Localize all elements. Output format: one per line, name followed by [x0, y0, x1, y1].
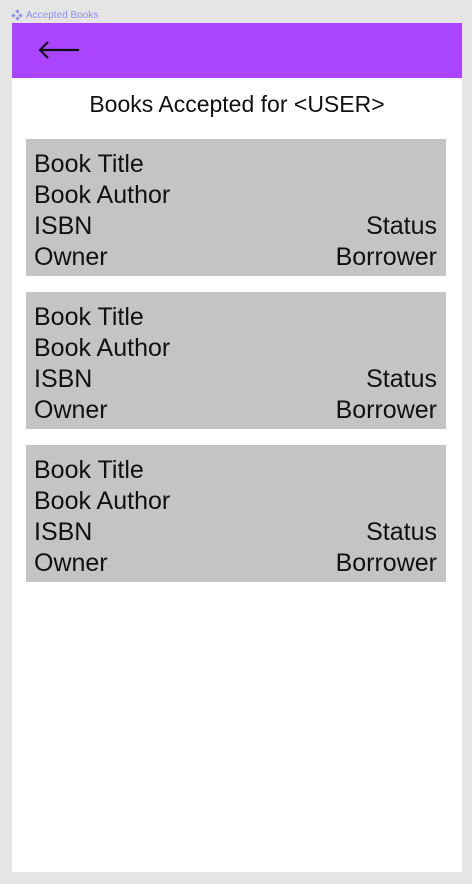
top-app-bar [12, 23, 462, 78]
frame-label: Accepted Books [11, 8, 99, 22]
book-borrower: Borrower [335, 243, 437, 271]
book-card[interactable]: Book Title Book Author ISBN Status Owner… [26, 292, 446, 429]
book-owner: Owner [34, 549, 108, 577]
component-icon [11, 9, 23, 21]
arrow-left-icon [38, 41, 79, 59]
book-title: Book Title [34, 303, 144, 331]
book-title: Book Title [34, 150, 144, 178]
book-owner: Owner [34, 396, 108, 424]
book-owner: Owner [34, 243, 108, 271]
book-isbn: ISBN [34, 518, 93, 546]
app-screen: Books Accepted for <USER> Book Title Boo… [12, 23, 462, 872]
book-borrower: Borrower [335, 396, 437, 424]
book-list: Book Title Book Author ISBN Status Owner… [26, 139, 446, 598]
page-title: Books Accepted for <USER> [89, 91, 385, 117]
book-title: Book Title [34, 456, 144, 484]
book-status: Status [366, 518, 437, 546]
book-card[interactable]: Book Title Book Author ISBN Status Owner… [26, 445, 446, 582]
book-author: Book Author [34, 334, 171, 362]
book-isbn: ISBN [34, 212, 93, 240]
book-isbn: ISBN [34, 365, 93, 393]
book-borrower: Borrower [335, 549, 437, 577]
book-author: Book Author [34, 487, 171, 515]
book-status: Status [366, 212, 437, 240]
book-author: Book Author [34, 181, 171, 209]
frame-label-text: Accepted Books [26, 9, 99, 21]
book-card[interactable]: Book Title Book Author ISBN Status Owner… [26, 139, 446, 276]
back-button[interactable] [34, 35, 84, 65]
book-status: Status [366, 365, 437, 393]
